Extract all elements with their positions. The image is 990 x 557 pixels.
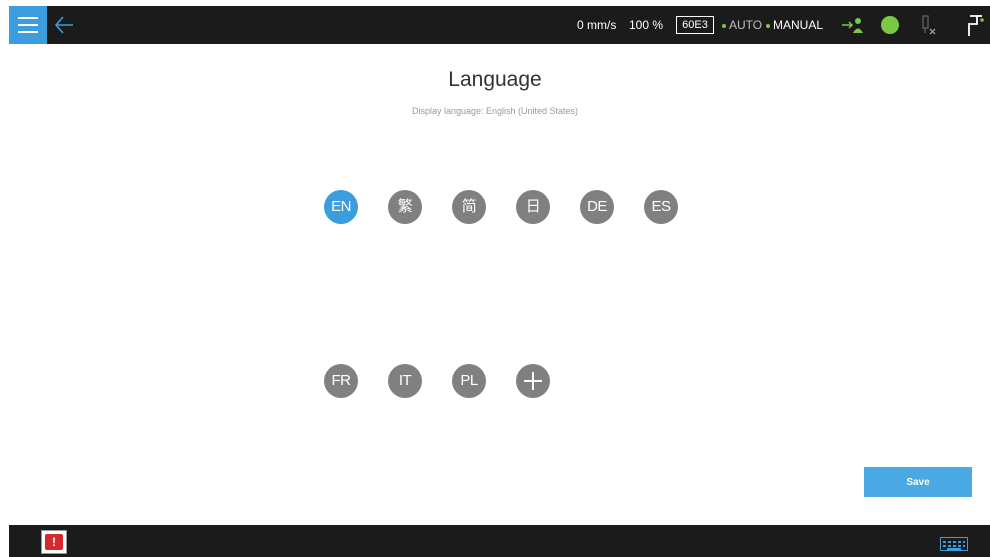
- menu-line-icon: [18, 31, 38, 33]
- back-arrow-icon: [54, 16, 73, 34]
- top-bar: 0 mm/s 100 % 60E3 AUTO MANUAL: [9, 6, 990, 44]
- status-dot-icon: [766, 23, 770, 28]
- back-arrow-button[interactable]: [51, 10, 81, 40]
- hamburger-menu-button[interactable]: [9, 6, 47, 44]
- alert-icon: !: [45, 534, 63, 550]
- page-title: Language: [448, 68, 542, 91]
- robot-id-badge[interactable]: 60E3: [676, 16, 714, 34]
- language-option-simplified-chinese[interactable]: 简: [452, 190, 486, 224]
- error-alert-button[interactable]: !: [41, 530, 67, 554]
- mode-manual[interactable]: MANUAL: [766, 6, 823, 44]
- mode-auto[interactable]: AUTO: [722, 6, 762, 44]
- display-language-caption: Display language: English (United States…: [411, 106, 579, 116]
- user-login-icon[interactable]: [841, 15, 865, 35]
- language-option-de[interactable]: DE: [580, 190, 614, 224]
- language-option-traditional-chinese[interactable]: 繁: [388, 190, 422, 224]
- status-dot-icon: [722, 23, 726, 28]
- language-option-japanese[interactable]: 日: [516, 190, 550, 224]
- plus-icon: [524, 372, 542, 390]
- language-option-it[interactable]: IT: [388, 364, 422, 398]
- language-option-pl[interactable]: PL: [452, 364, 486, 398]
- robot-arm-icon[interactable]: [964, 11, 986, 39]
- bottom-bar: !: [9, 525, 990, 557]
- robot-disconnected-icon[interactable]: [920, 12, 938, 38]
- speed-percent: 100 %: [629, 18, 664, 32]
- save-button[interactable]: Save: [864, 467, 972, 497]
- keyboard-icon[interactable]: [940, 537, 968, 551]
- menu-line-icon: [18, 17, 38, 19]
- language-option-es[interactable]: ES: [644, 190, 678, 224]
- language-option-en[interactable]: EN: [324, 190, 358, 224]
- speed-readout: 0 mm/s: [577, 18, 617, 32]
- language-option-fr[interactable]: FR: [324, 364, 358, 398]
- status-indicator-icon[interactable]: [881, 16, 899, 34]
- menu-line-icon: [18, 24, 38, 26]
- add-language-button[interactable]: [516, 364, 550, 398]
